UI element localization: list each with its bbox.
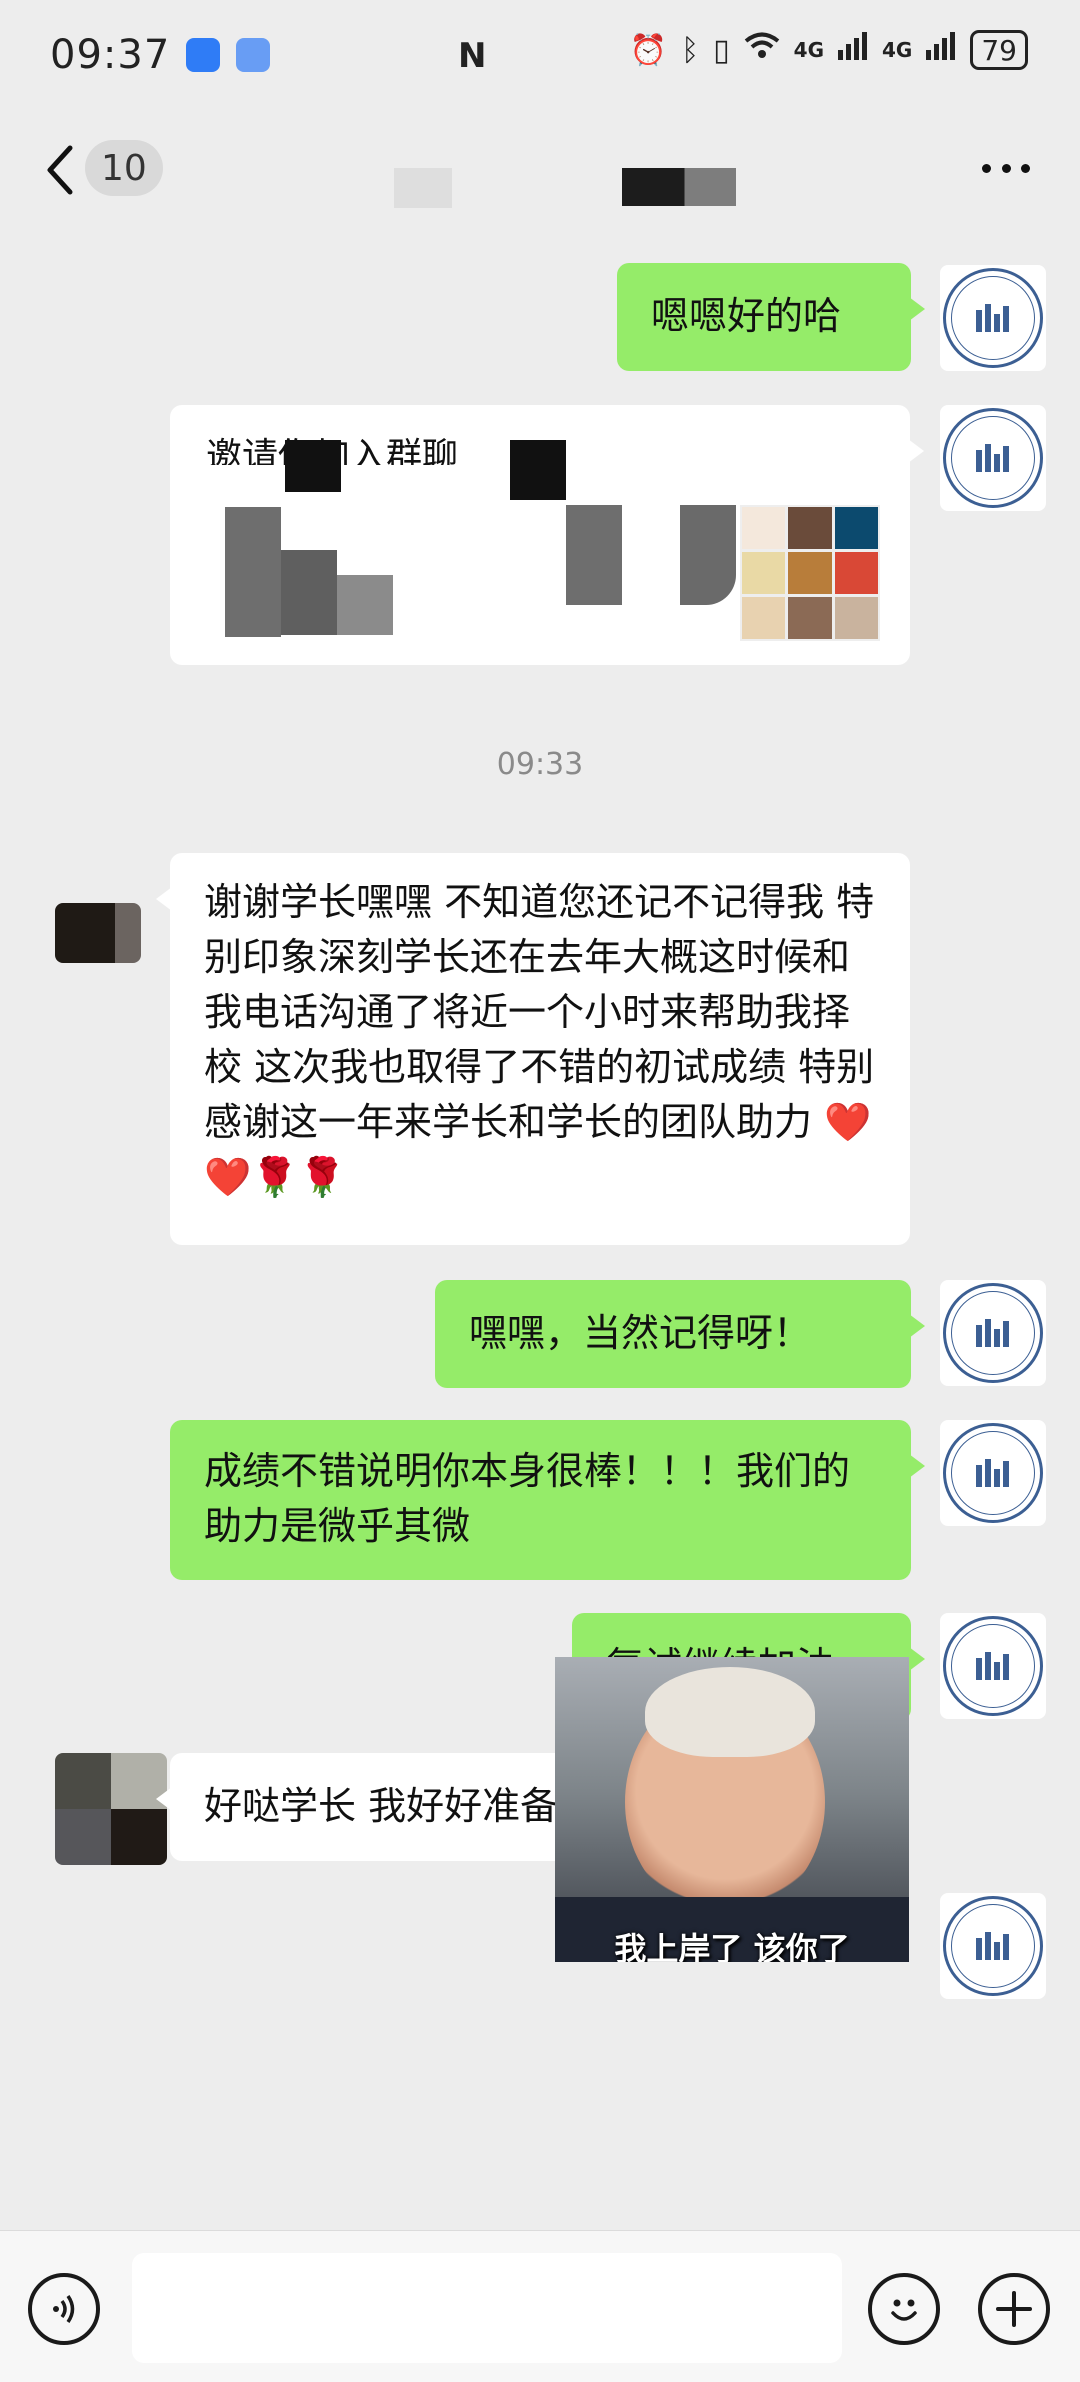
my-avatar[interactable] [940, 405, 1046, 511]
contact-avatar-redacted[interactable] [55, 1753, 167, 1865]
message-text: 嗯嗯好的哈 [651, 294, 842, 338]
sticker-caption: 我上岸了 该你了 [614, 1930, 850, 1962]
message-text: 成绩不错说明你本身很棒！！！我们的助力是微乎其微 [204, 1449, 851, 1548]
my-avatar[interactable] [940, 265, 1046, 371]
my-avatar[interactable] [940, 1420, 1046, 1526]
redaction-block [680, 505, 736, 605]
my-avatar[interactable] [940, 1893, 1046, 1999]
vibrate-icon: ▯ [713, 32, 730, 68]
message-timestamp: 09:33 [496, 747, 584, 782]
message-text: 嘿嘿，当然记得呀！ [469, 1311, 812, 1355]
calendar-notification-icon [236, 38, 271, 72]
group-avatar-grid [740, 505, 880, 641]
alarm-icon: ⏰ [629, 32, 668, 68]
sticker-image[interactable]: 我上岸了 该你了 [555, 1657, 909, 1962]
wifi-icon [744, 32, 780, 68]
message-text: 谢谢学长嘿嘿 不知道您还记不记得我 特别印象深刻学长还在去年大概这时候和我电话沟… [204, 880, 875, 1199]
my-avatar[interactable] [940, 1613, 1046, 1719]
add-plus-icon[interactable] [978, 2273, 1050, 2345]
redaction-block [285, 440, 341, 492]
network-4g-label-2: 4G [882, 38, 913, 62]
seal-logo-icon [943, 408, 1043, 508]
status-bar: 09:37 N ⏰ ᛒ ▯ 4G 4G 79 [0, 0, 1080, 110]
unread-count-badge[interactable]: 10 [85, 140, 163, 196]
message-bubble-other[interactable]: 谢谢学长嘿嘿 不知道您还记不记得我 特别印象深刻学长还在去年大概这时候和我电话沟… [156, 853, 910, 1245]
chat-title-redacted-mark [394, 168, 452, 208]
redaction-block [566, 505, 622, 605]
message-bubble-mine[interactable]: 成绩不错说明你本身很棒！！！我们的助力是微乎其微 [170, 1420, 925, 1580]
seal-logo-icon [943, 1616, 1043, 1716]
more-options-icon[interactable] [982, 160, 1030, 176]
bluetooth-icon: ᛒ [681, 32, 700, 68]
status-time: 09:37 [50, 32, 171, 78]
input-bar [0, 2230, 1080, 2382]
message-bubble-mine[interactable]: 嘿嘿，当然记得呀！ [435, 1280, 925, 1388]
battery-indicator: 79 [970, 30, 1028, 70]
back-arrow-icon[interactable] [40, 140, 80, 200]
status-icons: ⏰ ᛒ ▯ 4G 4G 79 [630, 30, 1028, 70]
message-bubble-mine[interactable]: 嗯嗯好的哈 [617, 263, 925, 371]
emoji-icon[interactable] [868, 2273, 940, 2345]
message-input[interactable] [132, 2253, 842, 2363]
seal-logo-icon [943, 1283, 1043, 1383]
redaction-block [510, 440, 566, 500]
group-invite-card[interactable]: 邀请你加入群聊 [170, 405, 924, 665]
chat-messages[interactable]: 嗯嗯好的哈 邀请你加入群聊 09:33 谢谢学长嘿嘿 不知道您还记不记得我 特别… [0, 235, 1080, 2230]
seal-logo-icon [943, 1896, 1043, 1996]
signal-icon [838, 32, 868, 68]
chat-header: 10 [0, 110, 1080, 235]
redaction-block [337, 575, 393, 635]
app-notification-icon [186, 38, 221, 72]
voice-input-icon[interactable] [28, 2273, 100, 2345]
seal-logo-icon [943, 268, 1043, 368]
nfc-icon: N [458, 36, 487, 76]
network-4g-label: 4G [793, 38, 825, 62]
chat-title-redacted [622, 168, 736, 206]
signal-icon-2 [926, 32, 956, 68]
seal-logo-icon [943, 1423, 1043, 1523]
my-avatar[interactable] [940, 1280, 1046, 1386]
redaction-block [281, 550, 337, 635]
redaction-block [225, 507, 281, 637]
contact-avatar-redacted[interactable] [55, 903, 141, 963]
sticker-hair [645, 1667, 815, 1757]
